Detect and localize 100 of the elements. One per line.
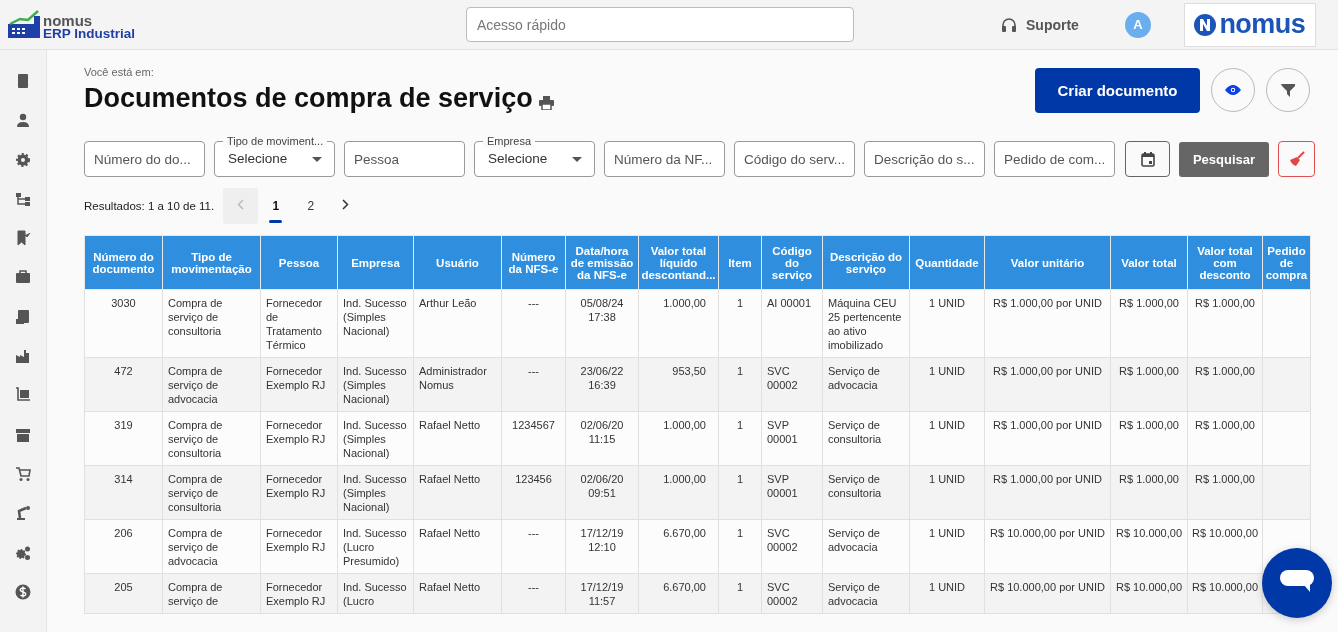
table-cell: 3030: [111, 297, 136, 309]
funnel-icon: [1281, 83, 1295, 97]
shopping-cart-icon[interactable]: [15, 465, 31, 482]
factory-icon[interactable]: [15, 348, 31, 365]
table-cell: Rafael Netto: [419, 473, 481, 485]
table-cell: 1: [736, 527, 744, 539]
clear-filters-button[interactable]: [1278, 141, 1315, 177]
table-cell: 953,50: [672, 365, 706, 377]
bookmark-check-icon[interactable]: [15, 230, 31, 247]
table-cell: 1: [736, 473, 744, 485]
search-button[interactable]: Pesquisar: [1179, 141, 1269, 177]
column-header[interactable]: Valor unitário: [984, 235, 1111, 290]
column-header[interactable]: Número do documento: [84, 235, 163, 290]
column-header[interactable]: Valor total líquido descontand...: [638, 235, 719, 290]
n-circle-icon: [1194, 13, 1217, 36]
support-link[interactable]: Suporte: [1026, 16, 1079, 33]
column-header[interactable]: Valor total com desconto: [1187, 235, 1263, 290]
logo-name: nomus: [43, 13, 94, 27]
column-header[interactable]: Código do serviço: [761, 235, 823, 290]
table-cell: Compra de serviço de advocacia: [168, 365, 223, 405]
create-document-button[interactable]: Criar documento: [1035, 68, 1200, 113]
table-cell: 1 UNID: [928, 473, 966, 485]
table-cell: 319: [114, 419, 133, 431]
user-avatar[interactable]: A: [1124, 11, 1151, 38]
table-cell: Fornecedor Exemplo RJ: [266, 527, 326, 553]
table-cell: 1 UNID: [928, 419, 966, 431]
calendar-button[interactable]: [1125, 141, 1170, 177]
page-button[interactable]: 1: [258, 188, 294, 224]
brand-logo: nomus: [1183, 2, 1316, 47]
table-cell: R$ 1.000,00 por UNID: [993, 473, 1102, 485]
table-cell: 1.000,00: [663, 419, 706, 431]
table-cell: SVC 00002: [767, 527, 798, 553]
column-header[interactable]: Item: [718, 235, 762, 290]
table-cell: 1 UNID: [928, 365, 966, 377]
table-cell: Administrador Nomus: [419, 365, 487, 391]
table-cell: R$ 1.000,00: [1195, 297, 1255, 309]
gear-icon[interactable]: [15, 151, 31, 168]
table-cell: 1.000,00: [663, 297, 706, 309]
filter-field[interactable]: Pessoa: [344, 141, 465, 177]
table-cell: Serviço de consultoria: [828, 473, 882, 499]
filter-field[interactable]: Pedido de com...: [994, 141, 1115, 177]
table-cell: Compra de serviço de consultoria: [168, 419, 223, 459]
quick-access-field[interactable]: Acesso rápido: [466, 7, 854, 42]
table-cell: 1: [736, 419, 744, 431]
table-cell: SVP 00001: [767, 419, 798, 445]
table-cell: Ind. Sucesso (Simples Nacional): [343, 365, 407, 405]
table-cell: R$ 1.000,00 por UNID: [993, 419, 1102, 431]
table-cell: R$ 1.000,00: [1195, 473, 1255, 485]
table-cell: 1: [736, 365, 744, 377]
table-cell: Ind. Sucesso (Simples Nacional): [343, 419, 407, 459]
column-header[interactable]: Número da NFS-e: [501, 235, 566, 290]
filter-field[interactable]: Número do do...: [84, 141, 205, 177]
table-cell: 1: [736, 581, 744, 593]
table-cell: 1.000,00: [663, 473, 706, 485]
column-header[interactable]: Tipo de movimentação: [162, 235, 261, 290]
person-icon[interactable]: [15, 112, 31, 129]
column-header[interactable]: Descrição do serviço: [822, 235, 910, 290]
hierarchy-icon[interactable]: [15, 190, 31, 207]
briefcase-icon[interactable]: [15, 269, 31, 286]
table-cell: 314: [114, 473, 133, 485]
column-header[interactable]: Usuário: [413, 235, 502, 290]
breadcrumb-label: Você está em:: [84, 66, 155, 78]
table-cell: R$ 10.000,00: [1191, 527, 1259, 539]
headset-icon[interactable]: [1001, 16, 1017, 33]
cart-boxes-icon[interactable]: [15, 387, 31, 404]
table-cell: 1 UNID: [928, 527, 966, 539]
table-cell: Compra de serviço de consultoria: [168, 473, 223, 513]
page-button[interactable]: 2: [293, 188, 329, 224]
dollar-coin-icon[interactable]: [15, 583, 31, 600]
table-cell: AI 00001: [767, 297, 812, 309]
archive-box-icon[interactable]: [15, 426, 31, 443]
filter-field[interactable]: Descrição do s...: [864, 141, 985, 177]
chat-button[interactable]: [1262, 548, 1332, 618]
table-cell: 206: [114, 527, 133, 539]
table-cell: 02/06/20 11:15: [580, 419, 624, 445]
column-header[interactable]: Pessoa: [260, 235, 338, 290]
page-title: Documentos de compra de serviço: [84, 82, 533, 115]
table-cell: 1234567: [512, 419, 555, 431]
table-cell: Fornecedor Exemplo RJ: [266, 581, 326, 607]
dropdown-caret-icon: [312, 156, 322, 162]
table-cell: Máquina CEU 25 pertencente ao ativo imobilizado: [828, 297, 902, 351]
table-cell: Serviço de advocacia: [828, 581, 880, 607]
table-cell: Fornecedor Exemplo RJ: [266, 365, 326, 391]
robot-arm-icon[interactable]: [15, 505, 31, 522]
column-header[interactable]: Quantidade: [909, 235, 985, 290]
print-icon[interactable]: [538, 96, 554, 110]
column-header[interactable]: Pedido de compra: [1262, 235, 1311, 290]
chevron-left-icon: [237, 199, 245, 210]
table-cell: 1 UNID: [928, 297, 966, 309]
column-header[interactable]: Empresa: [337, 235, 414, 290]
table-cell: 205: [114, 581, 133, 593]
filter-button[interactable]: [1266, 68, 1310, 112]
filter-field[interactable]: Código do serv...: [734, 141, 855, 177]
filter-field[interactable]: Número da NF...: [604, 141, 725, 177]
column-header[interactable]: Valor total: [1110, 235, 1188, 290]
table-cell: Rafael Netto: [419, 527, 481, 539]
logo-subtitle: ERP Industrial: [43, 26, 136, 40]
view-button[interactable]: [1211, 68, 1255, 112]
table-cell: Rafael Netto: [419, 419, 481, 431]
column-header[interactable]: Data/hora de emissão da NFS-e: [565, 235, 639, 290]
